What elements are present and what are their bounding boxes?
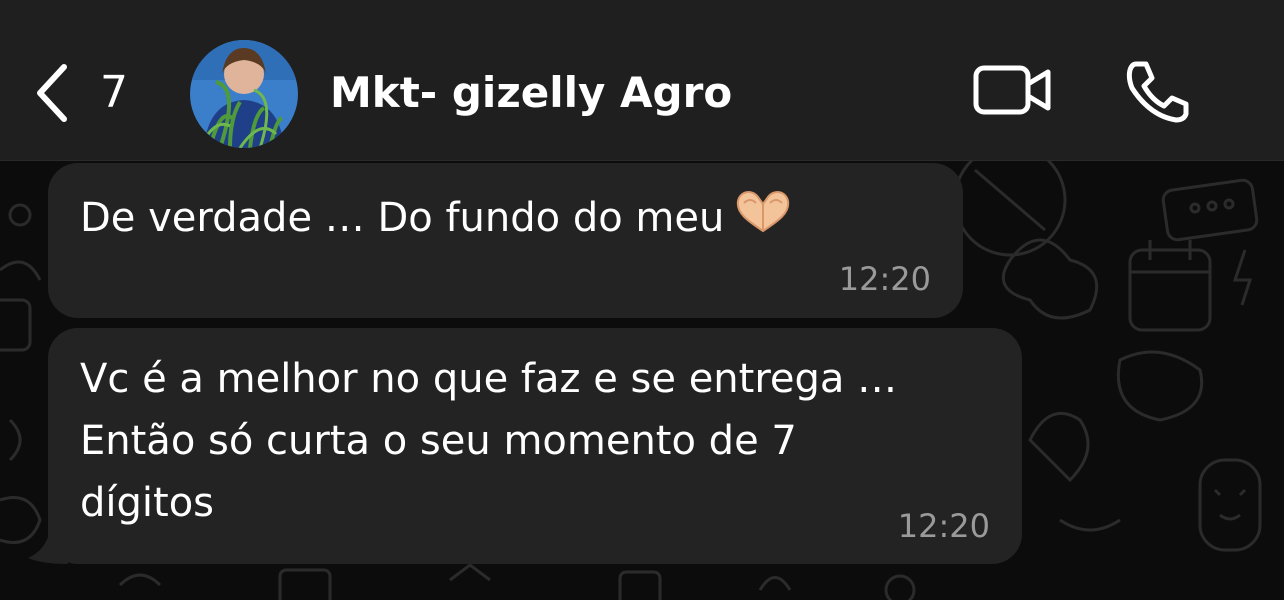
video-call-button[interactable] xyxy=(972,62,1054,122)
message-line: Então só curta o seu momento de 7 xyxy=(80,418,797,464)
chat-screen: 7 Mkt- gizelly Agro De verdade … Do fund… xyxy=(0,0,1284,600)
message-line: De verdade … Do fundo do meu xyxy=(80,195,725,241)
message-time: 12:20 xyxy=(838,260,931,298)
message-time: 12:20 xyxy=(897,507,990,545)
video-camera-icon xyxy=(973,65,1051,115)
message-text: De verdade … Do fundo do meu xyxy=(80,187,794,249)
message-bubble[interactable]: De verdade … Do fundo do meu 12:20 xyxy=(48,163,963,318)
bubble-tail xyxy=(28,530,68,564)
chevron-left-icon xyxy=(37,64,67,122)
avatar[interactable] xyxy=(190,40,298,148)
back-button[interactable]: 7 xyxy=(34,60,128,126)
message-line: Vc é a melhor no que faz e se entrega … xyxy=(80,356,898,402)
phone-icon xyxy=(1126,61,1189,123)
contact-name[interactable]: Mkt- gizelly Agro xyxy=(330,66,732,120)
message-text: Vc é a melhor no que faz e se entrega … … xyxy=(80,348,897,534)
message-bubble[interactable]: Vc é a melhor no que faz e se entrega … … xyxy=(48,328,1022,564)
chat-header: 7 Mkt- gizelly Agro xyxy=(0,0,1284,161)
voice-call-button[interactable] xyxy=(1122,58,1192,128)
unread-count: 7 xyxy=(100,67,128,118)
message-line: dígitos xyxy=(80,480,215,526)
contact-photo xyxy=(190,40,298,148)
heart-hands-emoji xyxy=(737,191,790,233)
